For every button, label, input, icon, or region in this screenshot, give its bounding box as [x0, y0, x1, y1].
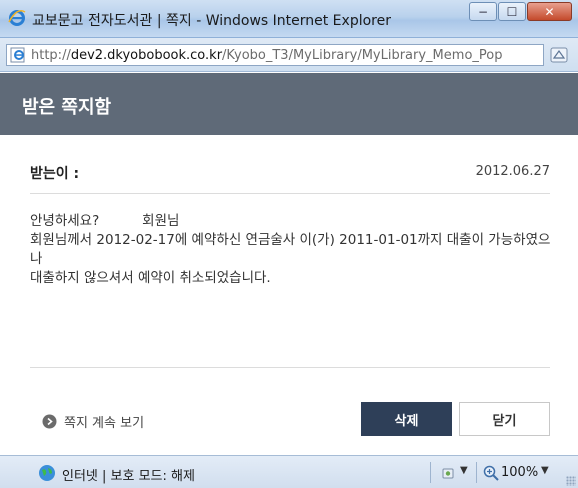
more-messages-label: 쪽지 계속 보기 — [64, 416, 145, 431]
url-field[interactable]: http://dev2.dkyobobook.co.kr/Kyobo_T3/My… — [6, 44, 544, 66]
body-divider — [30, 367, 550, 368]
minimize-button[interactable]: − — [469, 2, 497, 21]
delete-button-label: 삭제 — [394, 413, 419, 429]
status-bar: 인터넷 | 보호 모드: 해제 ▼ 100% ▼ — [0, 455, 578, 488]
close-button-label: 닫기 — [492, 413, 517, 429]
message-meta: 받는이 : 2012.06.27 — [30, 160, 550, 190]
popup-title: 받은 쪽지함 — [22, 97, 112, 118]
internet-explorer-icon — [8, 9, 26, 26]
url-host: dev2.dkyobobook.co.kr — [70, 48, 223, 63]
security-zone-text: 인터넷 | 보호 모드: 해제 — [62, 469, 195, 484]
status-separator — [430, 462, 431, 483]
close-icon: ✕ — [544, 5, 555, 19]
recipient-label: 받는이 : — [30, 166, 80, 182]
close-window-button[interactable]: ✕ — [527, 2, 572, 21]
url-prefix: http:// — [31, 48, 71, 63]
window-title: 교보문고 전자도서관 | 쪽지 - Windows Internet Explo… — [32, 13, 391, 29]
message-line: 대출하지 않으셔서 예약이 취소되었습니다. — [30, 270, 271, 286]
arrow-circle-icon — [42, 414, 57, 429]
page-icon — [10, 47, 25, 63]
security-settings-icon[interactable] — [440, 465, 456, 481]
zoom-level[interactable]: 100% — [501, 465, 538, 480]
maximize-button[interactable]: ☐ — [498, 2, 526, 21]
resize-grip[interactable] — [566, 476, 576, 486]
zoom-icon[interactable] — [483, 465, 499, 481]
delete-button[interactable]: 삭제 — [361, 402, 452, 436]
chevron-down-icon[interactable]: ▼ — [541, 465, 549, 476]
window-title-bar[interactable]: 교보문고 전자도서관 | 쪽지 - Windows Internet Explo… — [0, 0, 578, 38]
message-line: 회원님께서 2012-02-17에 예약하신 연금술사 이(가) 2011-01… — [30, 232, 551, 267]
status-separator — [476, 462, 477, 483]
meta-divider — [30, 193, 550, 194]
message-line: 안녕하세요? 회원님 — [30, 213, 180, 229]
compatibility-view-icon[interactable] — [550, 47, 568, 63]
message-body: 안녕하세요? 회원님 회원님께서 2012-02-17에 예약하신 연금술사 이… — [30, 212, 555, 288]
globe-icon — [39, 465, 55, 481]
message-date: 2012.06.27 — [475, 164, 550, 179]
close-button[interactable]: 닫기 — [459, 402, 550, 436]
more-messages-link[interactable]: 쪽지 계속 보기 — [42, 412, 144, 431]
minimize-icon: − — [477, 5, 489, 19]
chevron-down-icon[interactable]: ▼ — [460, 465, 468, 476]
maximize-icon: ☐ — [506, 5, 518, 19]
address-bar: http://dev2.dkyobobook.co.kr/Kyobo_T3/My… — [0, 38, 578, 72]
url-path: /Kyobo_T3/MyLibrary/MyLibrary_Memo_Pop — [222, 48, 503, 63]
url-text[interactable]: http://dev2.dkyobobook.co.kr/Kyobo_T3/My… — [31, 48, 536, 63]
window-controls: − ☐ ✕ — [468, 2, 572, 21]
popup-header: 받은 쪽지함 — [0, 73, 578, 135]
